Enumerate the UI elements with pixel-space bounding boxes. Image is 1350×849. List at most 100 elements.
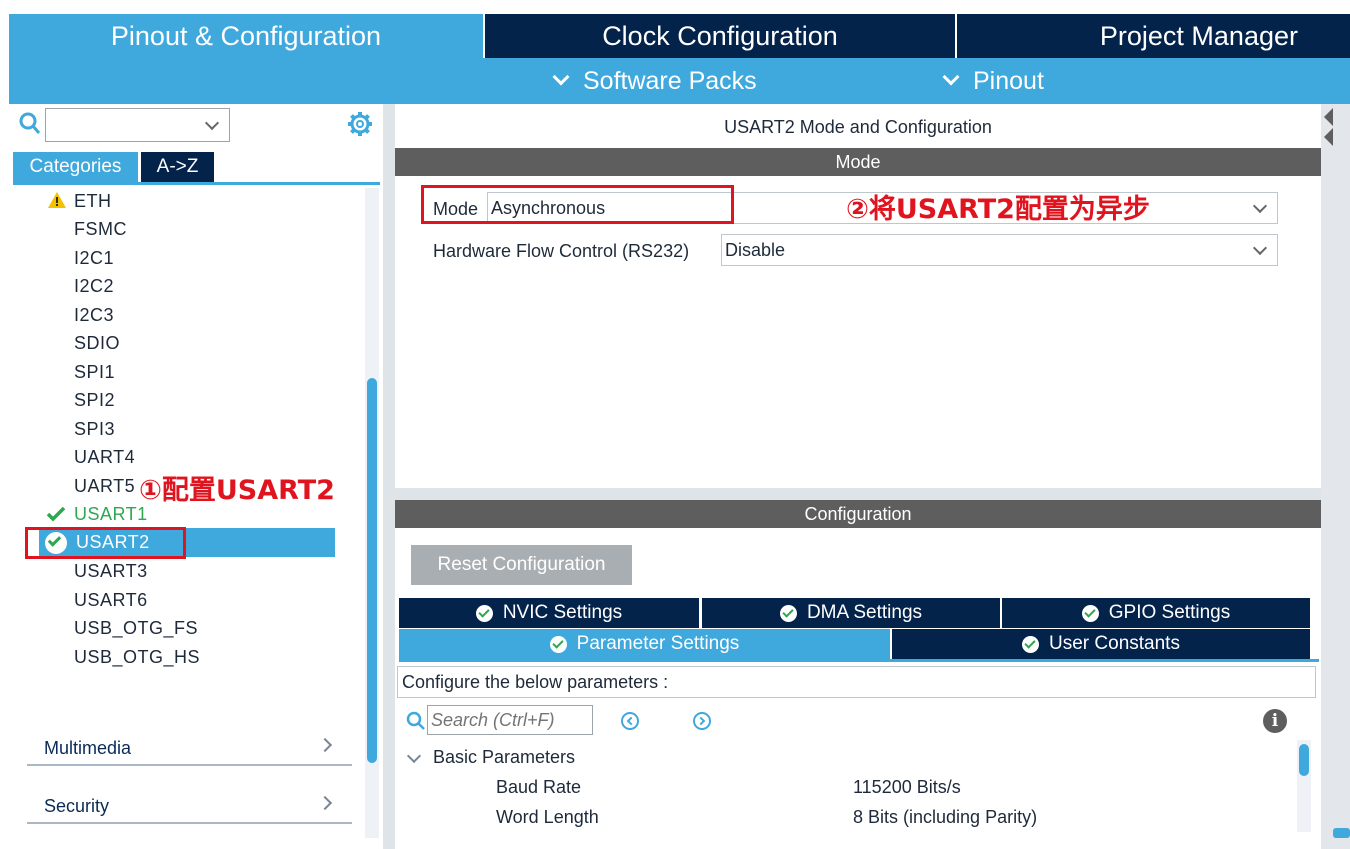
tab-a-to-z[interactable]: A->Z bbox=[141, 152, 214, 182]
chevron-down-icon bbox=[1252, 240, 1268, 256]
list-item-uart5[interactable]: UART5 bbox=[74, 472, 135, 500]
tab-gpio-settings-label: GPIO Settings bbox=[1108, 602, 1231, 623]
group-security[interactable]: Security bbox=[27, 792, 352, 824]
list-item-usb-otg-hs[interactable]: USB_OTG_HS bbox=[74, 643, 200, 671]
tab-parameter-settings[interactable]: Parameter Settings bbox=[399, 629, 890, 659]
left-scrollbar-thumb[interactable] bbox=[367, 378, 377, 763]
reset-configuration-label: Reset Configuration bbox=[437, 554, 606, 575]
list-item-label: SPI1 bbox=[74, 361, 116, 382]
collapse-arrow-icon[interactable] bbox=[1324, 128, 1333, 146]
params-scrollbar-thumb[interactable] bbox=[1299, 744, 1309, 776]
tab-user-constants[interactable]: User Constants bbox=[892, 629, 1310, 659]
tab-nvic-settings[interactable]: NVIC Settings bbox=[399, 598, 699, 628]
list-item-spi3[interactable]: SPI3 bbox=[74, 415, 115, 443]
search-icon[interactable] bbox=[19, 112, 41, 136]
gear-icon[interactable] bbox=[347, 111, 373, 137]
parameters-description-text: Configure the below parameters : bbox=[402, 672, 669, 692]
list-item-eth[interactable]: ETH bbox=[74, 187, 112, 215]
tab-project-manager[interactable]: Project Manager bbox=[957, 14, 1350, 58]
ok-circle-icon bbox=[1081, 604, 1099, 622]
tab-pinout-configuration-label: Pinout & Configuration bbox=[110, 20, 382, 51]
list-item-sdio[interactable]: SDIO bbox=[74, 329, 120, 357]
list-item-label: FSMC bbox=[74, 218, 127, 239]
annotation-box-mode bbox=[421, 185, 734, 224]
annotation-step2: ②将USART2配置为异步 bbox=[846, 194, 1150, 225]
chevron-down-icon[interactable] bbox=[406, 748, 422, 764]
tab-dma-settings[interactable]: DMA Settings bbox=[702, 598, 1000, 628]
list-item-i2c1[interactable]: I2C1 bbox=[74, 244, 114, 272]
param-value[interactable]: 115200 Bits/s bbox=[853, 777, 961, 798]
chevron-down-icon bbox=[942, 68, 960, 86]
chevron-down-icon bbox=[552, 68, 570, 86]
list-item-label: ETH bbox=[74, 190, 112, 211]
list-item-label: I2C2 bbox=[74, 275, 115, 296]
splitter[interactable] bbox=[395, 488, 1321, 500]
left-scrollbar-track[interactable] bbox=[365, 188, 379, 838]
tab-user-constants-label: User Constants bbox=[1049, 633, 1180, 654]
tab-pinout-configuration[interactable]: Pinout & Configuration bbox=[9, 14, 483, 58]
search-icon bbox=[406, 711, 425, 730]
collapse-arrow-icon[interactable] bbox=[1324, 108, 1333, 126]
tab-clock-configuration[interactable]: Clock Configuration bbox=[485, 14, 955, 58]
parameter-search-input[interactable] bbox=[427, 705, 593, 735]
tab-categories[interactable]: Categories bbox=[13, 152, 138, 182]
group-multimedia-label: Multimedia bbox=[44, 738, 132, 758]
tab-project-manager-label: Project Manager bbox=[1099, 20, 1298, 51]
chevron-down-icon bbox=[1252, 198, 1268, 214]
group-security-label: Security bbox=[44, 796, 110, 816]
ok-circle-icon bbox=[475, 604, 493, 622]
hw-flow-select-value: Disable bbox=[725, 239, 786, 260]
param-name: Word Length bbox=[496, 807, 599, 827]
pinout-menu-label: Pinout bbox=[973, 66, 1044, 95]
list-item-fsmc[interactable]: FSMC bbox=[74, 215, 127, 243]
ok-circle-icon bbox=[1022, 635, 1040, 653]
group-multimedia[interactable]: Multimedia bbox=[27, 734, 352, 766]
hw-flow-select[interactable]: Disable bbox=[721, 234, 1278, 266]
pinout-menu[interactable]: Pinout bbox=[942, 58, 1044, 104]
list-item-i2c2[interactable]: I2C2 bbox=[74, 272, 114, 300]
search-input[interactable] bbox=[48, 111, 188, 139]
list-item-uart4[interactable]: UART4 bbox=[74, 443, 135, 471]
param-value[interactable]: 8 Bits (including Parity) bbox=[853, 807, 1037, 828]
list-item-usart6[interactable]: USART6 bbox=[74, 586, 148, 614]
list-item-label: SDIO bbox=[74, 332, 121, 353]
tab-nvic-settings-label: NVIC Settings bbox=[502, 602, 623, 623]
reset-configuration-button[interactable]: Reset Configuration bbox=[411, 545, 632, 585]
ok-circle-icon bbox=[549, 635, 567, 653]
tab-gpio-settings[interactable]: GPIO Settings bbox=[1002, 598, 1310, 628]
search-combo[interactable] bbox=[45, 108, 230, 142]
params-scrollbar-track[interactable] bbox=[1297, 740, 1311, 832]
info-icon[interactable]: i bbox=[1263, 709, 1287, 733]
chevron-down-icon[interactable] bbox=[204, 115, 220, 131]
section-basic-parameters[interactable]: Basic Parameters bbox=[433, 747, 575, 768]
mode-header: Mode bbox=[395, 148, 1321, 176]
param-name: Baud Rate bbox=[496, 777, 582, 797]
list-item-label: SPI2 bbox=[74, 389, 116, 410]
tab-categories-label: Categories bbox=[29, 156, 122, 177]
list-item-usart3[interactable]: USART3 bbox=[74, 557, 148, 585]
tab-a-to-z-label: A->Z bbox=[156, 156, 199, 177]
list-item-label: USB_OTG_HS bbox=[74, 646, 201, 667]
list-item-label: SPI3 bbox=[74, 418, 116, 439]
software-packs-menu[interactable]: Software Packs bbox=[552, 58, 757, 104]
list-item-label: I2C1 bbox=[74, 247, 115, 268]
tab-parameter-settings-label: Parameter Settings bbox=[576, 633, 740, 654]
list-item-usart1[interactable]: USART1 bbox=[74, 500, 148, 528]
warning-icon bbox=[48, 192, 66, 208]
list-item-spi1[interactable]: SPI1 bbox=[74, 358, 115, 386]
mode-header-label: Mode bbox=[835, 151, 881, 172]
list-item-spi2[interactable]: SPI2 bbox=[74, 386, 115, 414]
configuration-header: Configuration bbox=[395, 500, 1321, 528]
parameters-description: Configure the below parameters : bbox=[397, 666, 1316, 698]
tab-dma-settings-label: DMA Settings bbox=[806, 602, 923, 623]
chevron-right-icon bbox=[317, 795, 333, 811]
list-item-label: UART4 bbox=[74, 446, 136, 467]
check-icon bbox=[46, 506, 66, 522]
previous-result-icon[interactable] bbox=[621, 712, 639, 730]
bottom-scroll-nub[interactable] bbox=[1333, 828, 1350, 838]
list-item-usb-otg-fs[interactable]: USB_OTG_FS bbox=[74, 614, 198, 642]
tab-clock-configuration-label: Clock Configuration bbox=[602, 20, 838, 51]
list-item-label: UART5 bbox=[74, 475, 136, 496]
list-item-i2c3[interactable]: I2C3 bbox=[74, 301, 114, 329]
next-result-icon[interactable] bbox=[693, 712, 711, 730]
